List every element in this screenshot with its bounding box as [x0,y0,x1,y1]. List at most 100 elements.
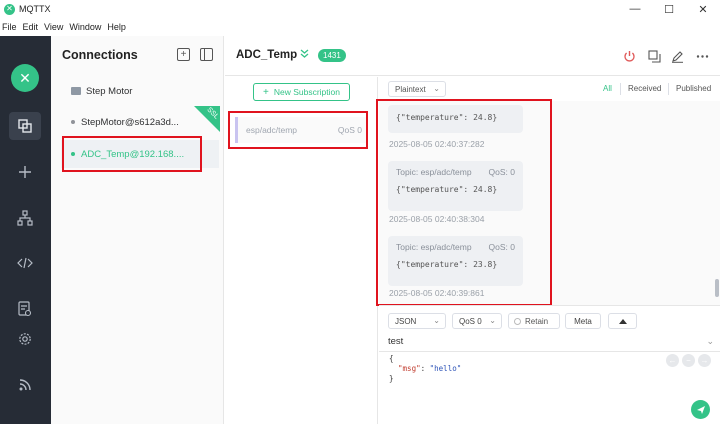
code-line: } [389,374,394,383]
connection-folder-step-motor[interactable]: Step Motor [61,77,219,105]
message-topic: Topic: esp/adc/temp [396,242,472,252]
connection-label: StepMotor@s612a3d... [81,116,179,128]
message-bubble: Topic: esp/adc/temp QoS: 0 {"temperature… [388,236,523,286]
feed-icon[interactable] [9,371,41,399]
menu-window[interactable]: Window [66,22,104,32]
code-line: "msg": "hello" [389,364,461,374]
connections-title: Connections [62,48,138,62]
subscription-item[interactable]: esp/adc/temp QoS 0 [235,117,368,143]
edit-icon[interactable] [669,48,685,64]
publish-panel: JSON ⌄ QoS 0 ⌄ Retain Meta test ⌄ { "msg… [379,305,720,424]
expand-up-button[interactable] [608,313,637,329]
divider [379,351,720,352]
connections-icon[interactable] [9,112,41,140]
messages-scrollbar[interactable] [715,279,719,297]
code-line: { [389,354,394,363]
message-bubble: {"temperature": 24.8} [388,105,523,133]
topology-icon[interactable] [9,204,41,232]
message-payload: {"temperature": 23.8} [396,260,498,269]
settings-gear-icon[interactable] [9,325,41,353]
message-meta: Topic: esp/adc/temp QoS: 0 [396,167,515,177]
mqttx-logo-icon: ✕ [11,64,39,92]
code-colon: : [420,364,430,373]
new-subscription-label: New Subscription [273,87,340,97]
messages-toolbar: Plaintext ⌄ All Received Published [379,77,720,101]
log-icon[interactable] [9,295,41,323]
close-button[interactable]: ✕ [686,0,720,18]
plus-icon: + [263,86,269,98]
connection-label: Step Motor [86,85,133,97]
folder-icon [71,87,81,95]
message-payload: {"temperature": 24.8} [396,185,498,194]
window-controls: — ☐ ✕ [618,0,720,18]
connections-panel: Connections + Step Motor StepMotor@s612a… [51,36,224,424]
status-dot-icon [71,152,75,156]
subscription-qos: QoS 0 [337,125,362,135]
send-icon [696,405,705,414]
history-forward-icon[interactable]: → [698,354,711,367]
message-bubble: Topic: esp/adc/temp QoS: 0 {"temperature… [388,161,523,211]
minimize-button[interactable]: — [618,0,652,18]
payload-format-value: Plaintext [395,84,426,94]
status-dot-icon [71,120,75,124]
menu-file[interactable]: File [0,22,20,32]
new-window-icon[interactable] [646,48,662,64]
chevron-down-icon: ⌄ [433,84,440,93]
connection-header: ADC_Temp 1431 [225,36,720,76]
toggle-layout-icon[interactable] [200,48,213,61]
divider [620,83,621,95]
maximize-button[interactable]: ☐ [652,0,686,18]
chevron-down-icon: ⌄ [489,316,496,325]
message-list[interactable]: {"temperature": 24.8} 2025-08-05 02:40:3… [379,101,720,305]
qos-value: QoS 0 [459,316,482,326]
filter-received[interactable]: Received [628,84,661,93]
subscription-topic: esp/adc/temp [246,125,298,135]
chevron-down-icon[interactable]: ⌄ [706,336,714,347]
publish-payload-editor[interactable]: { "msg": "hello" } [389,354,461,384]
message-count-badge: 1431 [318,49,346,62]
chevron-down-icon: ⌄ [433,316,440,325]
send-button[interactable] [691,400,710,419]
window-titlebar: ✕ MQTTX — ☐ ✕ [0,0,720,18]
new-subscription-button[interactable]: + New Subscription [253,83,350,101]
retain-label: Retain [525,316,549,326]
message-time: 2025-08-05 02:40:39:861 [389,288,485,298]
menu-help[interactable]: Help [104,22,129,32]
disconnect-power-icon[interactable] [621,48,637,64]
filter-all[interactable]: All [603,84,612,93]
meta-button[interactable]: Meta [565,313,601,329]
menu-view[interactable]: View [41,22,66,32]
code-value: "hello" [429,364,462,373]
message-time: 2025-08-05 02:40:38:304 [389,214,485,224]
payload-format-select[interactable]: Plaintext ⌄ [388,81,446,97]
retain-checkbox[interactable]: Retain [508,313,560,329]
subscriptions-panel: + New Subscription esp/adc/temp QoS 0 [225,77,378,424]
connection-item-adc-temp[interactable]: ADC_Temp@192.168.... [61,140,219,168]
add-connection-icon[interactable]: + [177,48,190,61]
connection-title: ADC_Temp [236,49,298,61]
code-key: "msg" [398,364,421,373]
message-time: 2025-08-05 02:40:37:282 [389,139,485,149]
app-logo-icon: ✕ [4,3,15,15]
message-qos: QoS: 0 [488,167,515,177]
history-back-icon[interactable]: ← [666,354,679,367]
divider [668,83,669,95]
menu-edit[interactable]: Edit [20,22,42,32]
collapse-chevron-icon[interactable] [299,48,310,62]
radio-circle-icon [514,317,521,325]
publish-payload-type-select[interactable]: JSON ⌄ [388,313,446,329]
connection-label: ADC_Temp@192.168.... [81,148,185,160]
message-payload: {"temperature": 24.8} [396,113,498,122]
left-sidebar: ✕ [0,36,51,424]
message-topic: Topic: esp/adc/temp [396,167,472,177]
menu-bar: File Edit View Window Help [0,18,720,36]
script-icon[interactable] [9,249,41,277]
publish-topic-input[interactable]: test [388,336,403,347]
more-options-icon[interactable] [694,48,710,64]
history-clear-icon[interactable]: − [682,354,695,367]
new-connection-icon[interactable] [9,158,41,186]
ssl-badge: SSL [194,106,220,132]
filter-published[interactable]: Published [676,84,711,93]
payload-type-value: JSON [395,316,417,326]
publish-qos-select[interactable]: QoS 0 ⌄ [452,313,502,329]
